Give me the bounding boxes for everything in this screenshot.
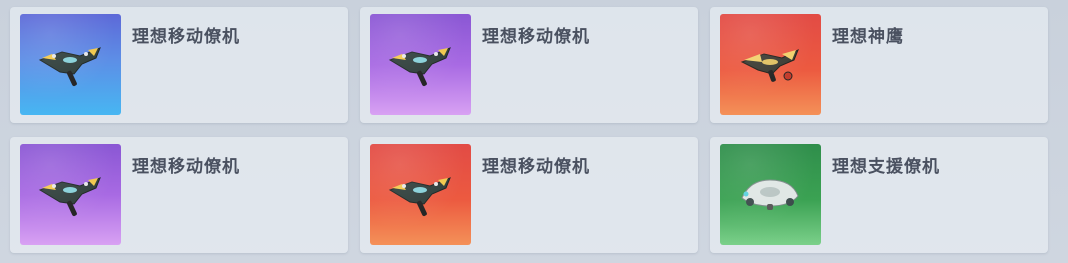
item-name: 理想移动僚机 bbox=[132, 27, 240, 47]
support-wingman-drone-icon bbox=[741, 179, 799, 210]
item-grid: 理想移动僚机 理想移动僚机 理想神鹰 理想移动僚机 理想移动僚机 理想支援僚机 bbox=[0, 0, 1068, 263]
item-card[interactable]: 理想移动僚机 bbox=[360, 7, 698, 123]
item-card[interactable]: 理想移动僚机 bbox=[10, 137, 348, 253]
item-thumbnail bbox=[20, 14, 121, 115]
item-name: 理想支援僚机 bbox=[832, 157, 940, 177]
item-name: 理想移动僚机 bbox=[482, 157, 590, 177]
item-thumbnail bbox=[720, 14, 821, 115]
item-card[interactable]: 理想移动僚机 bbox=[360, 137, 698, 253]
item-card[interactable]: 理想移动僚机 bbox=[10, 7, 348, 123]
mobile-wingman-drone-icon bbox=[38, 177, 101, 217]
item-card[interactable]: 理想支援僚机 bbox=[710, 137, 1048, 253]
item-name: 理想移动僚机 bbox=[132, 157, 240, 177]
item-name: 理想移动僚机 bbox=[482, 27, 590, 47]
item-thumbnail bbox=[370, 144, 471, 245]
item-name: 理想神鹰 bbox=[832, 27, 904, 47]
mobile-wingman-drone-icon bbox=[38, 47, 101, 87]
mobile-wingman-drone-icon bbox=[388, 177, 451, 217]
item-card[interactable]: 理想神鹰 bbox=[710, 7, 1048, 123]
mobile-wingman-drone-icon bbox=[388, 47, 451, 87]
item-thumbnail bbox=[370, 14, 471, 115]
item-thumbnail bbox=[720, 144, 821, 245]
item-thumbnail bbox=[20, 144, 121, 245]
divine-eagle-drone-icon bbox=[740, 48, 799, 82]
